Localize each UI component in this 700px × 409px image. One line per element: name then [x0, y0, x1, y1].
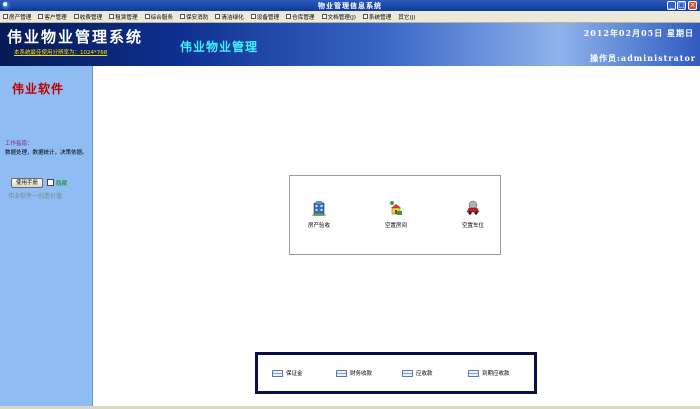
hide-checkbox[interactable]	[47, 179, 54, 186]
sub-title: 伟业物业管理	[180, 40, 259, 54]
shortcut-vacant-room[interactable]: 空置房间	[371, 200, 421, 229]
finance-deposit[interactable]: 保证金	[272, 369, 303, 377]
brand-title: 伟业软件	[12, 82, 65, 96]
menu-icon	[38, 14, 44, 19]
menu-item-warehouse[interactable]: 仓库管理	[286, 13, 315, 21]
finance-label: 到期应收款	[482, 371, 510, 377]
menu-item-cleaning[interactable]: 清洁绿化	[215, 13, 244, 21]
menu-item-label: 设备管理	[256, 14, 280, 21]
shortcut-label: 房产验收	[307, 223, 330, 229]
menu-icon	[215, 14, 221, 19]
app-window: 物业管理信息系统 _ □ × 房产管理 客户管理 收费管理 租赁管理 综合服务 …	[0, 0, 700, 409]
menu-item-label: 清洁绿化	[221, 14, 244, 21]
shortcut-property-acceptance[interactable]: 房产验收	[294, 200, 344, 229]
title-bar[interactable]: 物业管理信息系统 _ □ ×	[0, 0, 700, 11]
menu-item-property[interactable]: 房产管理	[3, 13, 31, 21]
finance-panel: 保证金 财务收款 应收款 到期应收款	[255, 352, 537, 394]
menu-icon	[362, 14, 368, 19]
menu-item-system[interactable]: 系统管理	[362, 13, 392, 21]
menu-item-fees[interactable]: 收费管理	[73, 13, 103, 21]
building-icon	[312, 201, 326, 217]
card-icon	[468, 369, 479, 377]
menu-item-lease[interactable]: 租赁管理	[109, 13, 138, 21]
menu-item-label: 其它(J)	[398, 14, 416, 21]
menu-item-label: 文档管理(J)	[327, 14, 356, 21]
current-date: 2012年02月05日 星期日	[583, 28, 694, 38]
menu-item-label: 收费管理	[79, 14, 103, 21]
shortcut-label: 空置车位	[461, 223, 484, 229]
menu-item-label: 仓库管理	[292, 14, 315, 21]
menu-item-label: 综合服务	[150, 14, 173, 21]
close-button[interactable]: ×	[688, 1, 697, 10]
menu-item-security[interactable]: 保安消防	[179, 13, 209, 21]
menu-item-label: 系统管理	[368, 14, 392, 21]
shortcut-vacant-parking[interactable]: 空置车位	[448, 200, 498, 229]
finance-due-receivable[interactable]: 到期应收款	[468, 369, 510, 377]
card-icon	[336, 369, 347, 377]
finance-receivable[interactable]: 应收款	[402, 369, 433, 377]
menu-bar: 房产管理 客户管理 收费管理 租赁管理 综合服务 保安消防 清洁绿化 设备管理 …	[0, 11, 700, 23]
finance-receipt[interactable]: 财务收款	[336, 369, 372, 377]
menu-icon	[250, 14, 256, 19]
menu-icon	[286, 14, 292, 19]
menu-item-label: 保安消防	[185, 14, 209, 21]
card-icon	[272, 369, 283, 377]
minimize-button[interactable]: _	[667, 1, 676, 10]
hide-label: 隐藏	[56, 181, 68, 187]
system-title: 伟业物业管理系统	[7, 28, 144, 46]
main-panel: 房产验收 空置房间 空置车位 保证金 财务收款 应收款 到期应收款	[94, 66, 700, 409]
menu-item-label: 房产管理	[9, 14, 32, 21]
slogan: 伟业软件一创造价值	[8, 193, 63, 200]
menu-item-label: 客户管理	[44, 14, 67, 21]
menu-item-other[interactable]: 其它(J)	[398, 13, 415, 21]
finance-label: 应收款	[416, 371, 433, 377]
menu-icon	[179, 14, 185, 19]
sidebar: 伟业软件 工作指南： 数据处理，数据统计，决策依据。 使用手册 隐藏 伟业软件一…	[0, 66, 93, 409]
menu-item-equipment[interactable]: 设备管理	[250, 13, 280, 21]
menu-item-customer[interactable]: 客户管理	[38, 13, 67, 21]
parking-car-icon	[466, 200, 480, 215]
work-guide-text: 数据处理，数据统计，决策依据。	[5, 150, 88, 156]
vacant-room-icon	[390, 201, 402, 215]
resolution-note: 本系统最佳使用分辨率为：1024*768	[14, 50, 108, 56]
maximize-button[interactable]: □	[677, 1, 686, 10]
work-guide-label: 工作指南：	[5, 141, 33, 147]
card-icon	[402, 369, 413, 377]
shortcut-label: 空置房间	[384, 223, 407, 229]
menu-icon	[73, 14, 79, 19]
menu-icon	[321, 14, 327, 19]
menu-item-documents[interactable]: 文档管理(J)	[321, 13, 356, 21]
finance-label: 财务收款	[350, 371, 373, 377]
header-banner: 伟业物业管理系统 本系统最佳使用分辨率为：1024*768 伟业物业管理 201…	[0, 23, 700, 66]
menu-icon	[144, 14, 150, 19]
menu-item-services[interactable]: 综合服务	[144, 13, 173, 21]
operator-name: 操作员:administrator	[590, 53, 696, 63]
finance-label: 保证金	[286, 371, 303, 377]
menu-icon	[3, 14, 8, 19]
menu-icon	[109, 14, 115, 19]
menu-item-label: 租赁管理	[115, 14, 138, 21]
shortcut-panel: 房产验收 空置房间 空置车位	[289, 175, 501, 255]
window-title: 物业管理信息系统	[318, 1, 382, 10]
user-manual-button[interactable]: 使用手册	[11, 178, 43, 188]
